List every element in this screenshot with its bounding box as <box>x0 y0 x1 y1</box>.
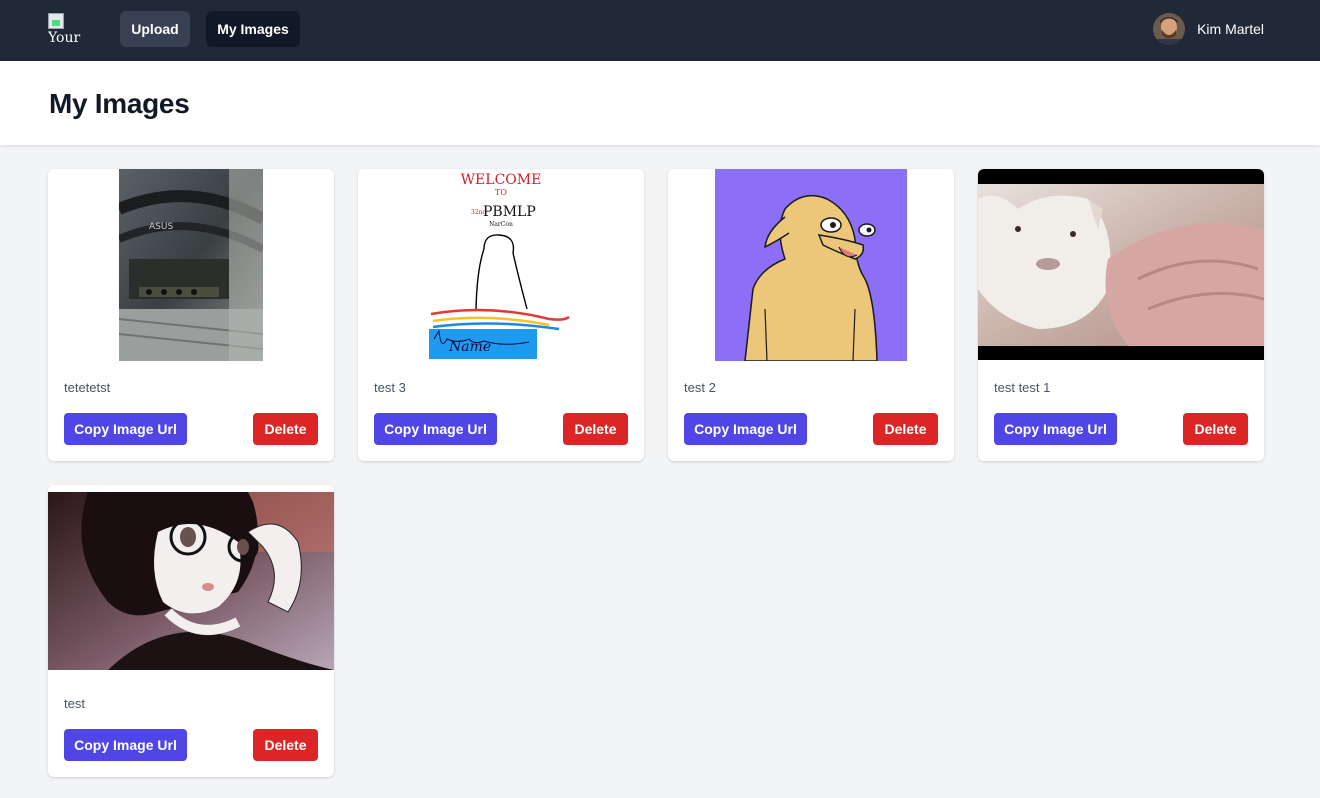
image-card: ASUS tetetetst Copy Image Url Delete <box>48 169 334 461</box>
copy-image-url-button[interactable]: Copy Image Url <box>64 729 187 761</box>
broken-image-icon <box>48 13 64 29</box>
image-title: test <box>64 696 85 711</box>
image-title: tetetetst <box>64 380 111 395</box>
image-title: test 2 <box>684 380 716 395</box>
welcome-line4: NarCon <box>489 221 513 228</box>
logo-broken-image[interactable]: Your <box>48 13 82 45</box>
image-title: test 3 <box>374 380 406 395</box>
image-thumbnail[interactable]: WELCOME TO 32nd PBMLP NarCon Name <box>358 169 644 361</box>
welcome-line3: PBMLP <box>483 204 536 220</box>
page-header: My Images <box>0 61 1320 145</box>
image-thumbnail[interactable] <box>978 169 1264 360</box>
copy-image-url-button[interactable]: Copy Image Url <box>684 413 807 445</box>
top-navbar: Your Upload My Images Kim Martel <box>0 0 1320 61</box>
copy-image-url-button[interactable]: Copy Image Url <box>994 413 1117 445</box>
delete-button[interactable]: Delete <box>253 729 318 761</box>
welcome-line1: WELCOME <box>461 172 542 188</box>
nav-my-images-button[interactable]: My Images <box>206 11 300 47</box>
image-card: WELCOME TO 32nd PBMLP NarCon Name test 3… <box>358 169 644 461</box>
copy-image-url-button[interactable]: Copy Image Url <box>64 413 187 445</box>
image-title: test test 1 <box>994 380 1051 395</box>
nav-upload-button[interactable]: Upload <box>120 11 190 47</box>
image-card: test 2 Copy Image Url Delete <box>668 169 954 461</box>
image-thumbnail[interactable]: ASUS <box>48 169 334 361</box>
image-card: test Copy Image Url Delete <box>48 485 334 777</box>
avatar <box>1153 13 1186 45</box>
delete-button[interactable]: Delete <box>873 413 938 445</box>
delete-button[interactable]: Delete <box>563 413 628 445</box>
page-title: My Images <box>49 88 190 119</box>
delete-button[interactable]: Delete <box>253 413 318 445</box>
copy-image-url-button[interactable]: Copy Image Url <box>374 413 497 445</box>
image-card: test test 1 Copy Image Url Delete <box>978 169 1264 461</box>
logo-alt-text: Your <box>48 30 81 45</box>
svg-text:ASUS: ASUS <box>149 222 173 232</box>
welcome-signature: Name <box>448 339 491 355</box>
user-menu[interactable]: Kim Martel <box>1153 13 1264 45</box>
welcome-line2: TO <box>495 188 507 197</box>
image-thumbnail[interactable] <box>668 169 954 361</box>
user-name: Kim Martel <box>1197 21 1264 37</box>
image-thumbnail[interactable] <box>48 492 334 670</box>
delete-button[interactable]: Delete <box>1183 413 1248 445</box>
